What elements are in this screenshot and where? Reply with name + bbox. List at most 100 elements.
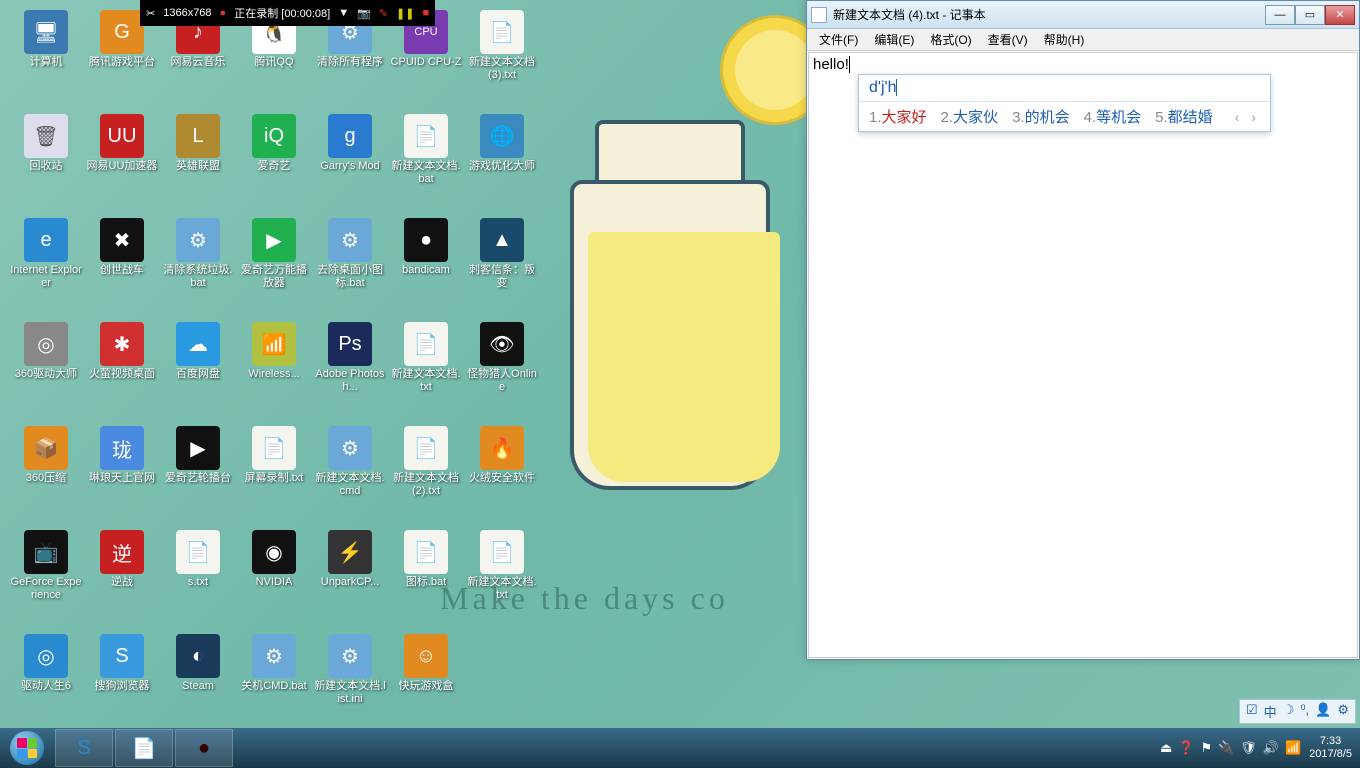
desktop-icon[interactable]: 📄新建文本文档.txt [464,528,540,632]
icon-label: 火萤视频桌面 [89,368,155,381]
ime-candidate[interactable]: 4.等机会 [1084,106,1142,127]
desktop-icon[interactable]: L英雄联盟 [160,112,236,216]
icon-label: 新建文本文档 (3).txt [466,56,538,82]
desktop-icon[interactable]: ⚙清除系统垃圾.bat [160,216,236,320]
tray-icon[interactable]: 🔊 [1263,740,1279,756]
langbar-item[interactable]: ☽ [1283,702,1295,721]
clock[interactable]: 7:33 2017/8/5 [1309,735,1352,761]
desktop-icon[interactable]: 📄新建文本文档.txt [388,320,464,424]
desktop-icon[interactable]: ◉NVIDIA [236,528,312,632]
menu-item[interactable]: 帮助(H) [1038,29,1091,50]
desktop-icon[interactable]: eInternet Explorer [8,216,84,320]
desktop-icon[interactable]: 📄屏幕录制.txt [236,424,312,528]
camera-icon[interactable]: 📷 [357,7,371,20]
maximize-button[interactable]: ▭ [1295,5,1325,25]
ime-nav-arrows[interactable]: ‹ › [1235,109,1260,125]
close-button[interactable]: ✕ [1325,5,1355,25]
icon-label: 去除桌面小图标.bat [314,264,386,290]
app-icon: e [24,218,68,262]
desktop-icon[interactable]: UU网易UU加速器 [84,112,160,216]
desktop-icon[interactable]: ☁百度网盘 [160,320,236,424]
menu-item[interactable]: 编辑(E) [868,29,920,50]
langbar-item[interactable]: ☑ [1246,702,1258,721]
minimize-button[interactable]: — [1265,5,1295,25]
desktop-icon[interactable]: 📶Wireless... [236,320,312,424]
pause-icon[interactable]: ❚❚ [396,7,414,20]
desktop-icon[interactable]: 📺GeForce Experience [8,528,84,632]
desktop-icon[interactable]: 逆逆战 [84,528,160,632]
desktop-icon[interactable]: 📄图标.bat [388,528,464,632]
desktop-icon[interactable]: ⚙新建文本文档.cmd [312,424,388,528]
language-bar[interactable]: ☑ 中 ☽ ⁰, 👤 ⚙ [1239,699,1356,724]
desktop-icon[interactable]: ⚡UnparkCP... [312,528,388,632]
langbar-item[interactable]: ⁰, [1300,702,1309,721]
text-area[interactable]: hello! [808,52,1358,658]
desktop-icon[interactable]: ⚙新建文本文档.list.ini [312,632,388,736]
window-title: 新建文本文档 (4).txt - 记事本 [833,6,1265,23]
pencil-icon[interactable]: ✎ [379,7,388,20]
start-button[interactable] [0,728,54,768]
icon-label: 搜狗浏览器 [95,680,150,693]
icon-label: bandicam [402,264,450,277]
icon-label: 屏幕录制.txt [245,472,304,485]
desktop-icon[interactable]: ⚙去除桌面小图标.bat [312,216,388,320]
ime-candidate[interactable]: 1.大家好 [869,106,927,127]
desktop-icon[interactable]: ◎360驱动大师 [8,320,84,424]
desktop-icon[interactable]: 🗑回收站 [8,112,84,216]
tray-icon[interactable]: 🔌 [1218,740,1234,756]
desktop-icon[interactable]: ●bandicam [388,216,464,320]
desktop-icon[interactable]: ☺快玩游戏盒 [388,632,464,736]
menu-item[interactable]: 格式(O) [924,29,977,50]
desktop-icon[interactable]: 📄新建文本文档.bat [388,112,464,216]
menu-item[interactable]: 查看(V) [982,29,1034,50]
desktop-icon[interactable]: PsAdobe Photosh... [312,320,388,424]
tray-icon[interactable]: ❓ [1178,740,1194,756]
desktop-icon[interactable]: S搜狗浏览器 [84,632,160,736]
desktop-icon[interactable]: ✖创世战车 [84,216,160,320]
langbar-item[interactable]: 中 [1264,702,1277,721]
tray-icon[interactable]: 🛡 [1240,740,1257,756]
desktop-icon[interactable]: iQ爱奇艺 [236,112,312,216]
app-icon: ⚙ [176,218,220,262]
icon-label: 爱奇艺轮播台 [165,472,231,485]
icon-label: 清除所有程序 [317,56,383,69]
icon-label: UnparkCP... [321,576,380,589]
desktop-icon[interactable]: ✱火萤视频桌面 [84,320,160,424]
ime-candidate[interactable]: 3.的机会 [1012,106,1070,127]
stop-icon[interactable]: ■ [422,7,429,19]
ime-candidate[interactable]: 5.都结婚 [1155,106,1213,127]
desktop-icon[interactable]: 📦360压缩 [8,424,84,528]
app-icon: Ps [328,322,372,366]
tray-icon[interactable]: ⚑ [1200,740,1212,756]
menu-item[interactable]: 文件(F) [813,29,864,50]
desktop-icon[interactable]: 珑琳琅天上官网 [84,424,160,528]
desktop-icon[interactable]: 📄新建文本文档 (2).txt [388,424,464,528]
desktop-icon[interactable]: 🌐游戏优化大师 [464,112,540,216]
ime-candidate[interactable]: 2.大家伙 [941,106,999,127]
tray-icon[interactable]: 📶 [1285,740,1301,756]
desktop-icon[interactable]: 👁怪物猎人Online [464,320,540,424]
desktop-icon[interactable]: 🔥火绒安全软件 [464,424,540,528]
taskbar-item[interactable]: 📄 [115,729,173,767]
icon-label: 清除系统垃圾.bat [162,264,234,290]
crop-icon[interactable]: ✂ [146,7,155,20]
recording-dropdown[interactable]: ▼ [338,7,349,19]
desktop-icon[interactable]: 🖥计算机 [8,8,84,112]
desktop-icon[interactable]: ⚙关机CMD.bat [236,632,312,736]
titlebar[interactable]: 新建文本文档 (4).txt - 记事本 — ▭ ✕ [807,1,1359,29]
desktop-icon[interactable]: ▶爱奇艺轮播台 [160,424,236,528]
tray-icon[interactable]: ⏏ [1160,740,1172,756]
taskbar-item[interactable]: S [55,729,113,767]
desktop-icon[interactable]: ▶爱奇艺万能播放器 [236,216,312,320]
desktop-icon[interactable]: ◐Steam [160,632,236,736]
desktop-icon[interactable]: 📄新建文本文档 (3).txt [464,8,540,112]
desktop-icon[interactable]: 📄s.txt [160,528,236,632]
taskbar-item[interactable]: ● [175,729,233,767]
desktop-icon[interactable]: ▲刺客信条：叛变 [464,216,540,320]
ime-candidate-list: 1.大家好 2.大家伙 3.的机会 4.等机会 5.都结婚 ‹ › [859,102,1270,131]
recording-toolbar[interactable]: ✂ 1366x768 ● 正在录制 [00:00:08] ▼ 📷 ✎ ❚❚ ■ [140,0,435,26]
desktop-icon[interactable]: ◎驱动人生6 [8,632,84,736]
langbar-item[interactable]: ⚙ [1337,702,1349,721]
langbar-item[interactable]: 👤 [1315,702,1331,721]
desktop-icon[interactable]: gGarry's Mod [312,112,388,216]
